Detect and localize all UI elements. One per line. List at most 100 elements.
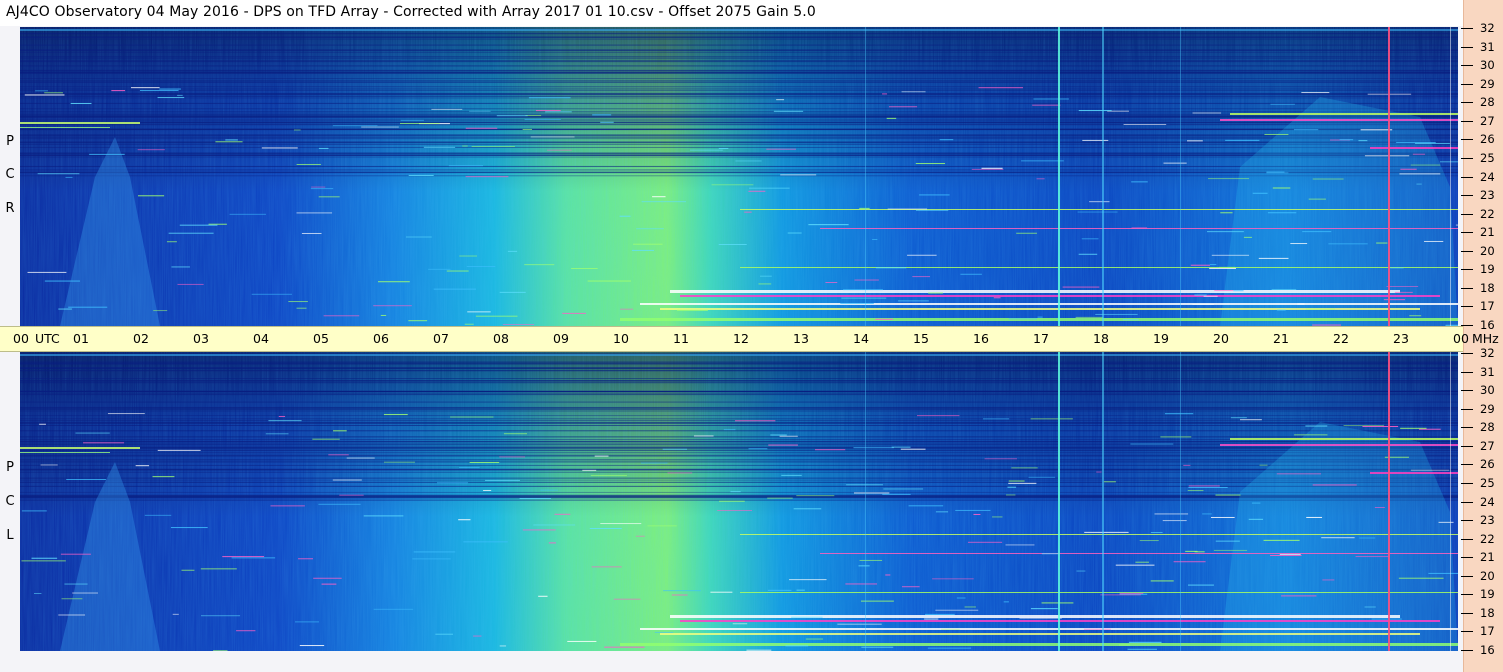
polarization-label-rcp-c: C — [5, 167, 15, 182]
frequency-tick-mark — [1461, 102, 1473, 104]
interference-band — [740, 209, 1458, 210]
frequency-tick-label: 31 — [1480, 39, 1495, 54]
frequency-tick-mark — [1461, 213, 1473, 215]
frequency-tick-label: 16 — [1480, 643, 1495, 657]
frequency-tick-mark — [1461, 520, 1473, 522]
time-tick-label: 10 — [613, 331, 629, 346]
spectrogram-rcp — [20, 27, 1458, 326]
vertical-interference-line — [1180, 352, 1181, 651]
interference-band — [1370, 472, 1458, 474]
spectrogram-image-rcp — [20, 27, 1458, 326]
polarization-label-lcp-c: C — [5, 494, 15, 509]
interference-band — [20, 127, 110, 128]
frequency-tick-label: 20 — [1480, 568, 1495, 583]
vertical-interference-line — [1450, 352, 1451, 651]
vertical-interference-line — [1102, 352, 1104, 651]
frequency-tick-label: 16 — [1480, 318, 1495, 332]
time-tick-label: 04 — [253, 331, 269, 346]
frequency-tick-mark — [1461, 594, 1473, 596]
frequency-tick-label: 17 — [1480, 299, 1495, 314]
vertical-interference-line — [1058, 352, 1060, 651]
vertical-interference-line — [1388, 352, 1390, 651]
frequency-tick-mark — [1461, 445, 1473, 447]
interference-band — [1370, 147, 1458, 149]
polarization-label-lcp-p: P — [6, 460, 14, 475]
time-tick-label: 19 — [1153, 331, 1169, 346]
frequency-tick-label: 27 — [1480, 438, 1495, 453]
frequency-tick-mark — [1461, 408, 1473, 410]
frequency-tick-mark — [1461, 390, 1473, 392]
frequency-tick-label: 23 — [1480, 188, 1495, 203]
time-tick-label: 14 — [853, 331, 869, 346]
vertical-interference-line — [1450, 27, 1451, 326]
vertical-interference-line — [1388, 27, 1390, 326]
time-tick-label: 07 — [433, 331, 449, 346]
frequency-tick-mark — [1461, 325, 1473, 326]
frequency-tick-label: 19 — [1480, 587, 1495, 602]
frequency-tick-mark — [1461, 176, 1473, 178]
time-tick-label: 20 — [1213, 331, 1229, 346]
spectrogram-lcp — [20, 352, 1458, 651]
frequency-tick-label: 30 — [1480, 383, 1495, 398]
time-tick-label: 00 — [13, 331, 29, 346]
frequency-tick-mark — [1461, 371, 1473, 373]
interference-band — [1220, 119, 1458, 121]
title-bar: AJ4CO Observatory 04 May 2016 - DPS on T… — [0, 0, 1463, 26]
frequency-tick-label: 27 — [1480, 113, 1495, 128]
frequency-tick-label: 29 — [1480, 401, 1495, 416]
frequency-tick-mark — [1461, 232, 1473, 234]
frequency-tick-mark — [1461, 427, 1473, 429]
polarization-label-rcp-p: P — [6, 134, 14, 149]
frequency-tick-mark — [1461, 353, 1473, 354]
frequency-tick-label: 29 — [1480, 76, 1495, 91]
time-tick-label: 22 — [1333, 331, 1349, 346]
frequency-axis-lcp: 32 31 30 29 28 27 26 25 24 23 22 21 20 19 18 17 16 — [1458, 346, 1503, 657]
time-tick-label: 13 — [793, 331, 809, 346]
interference-band — [670, 615, 1400, 618]
frequency-tick-label: 32 — [1480, 21, 1495, 35]
time-tick-label: 00 — [1453, 331, 1469, 346]
frequency-tick-mark — [1461, 482, 1473, 484]
frequency-tick-label: 26 — [1480, 457, 1495, 472]
interference-band — [740, 267, 1458, 268]
interference-band — [820, 553, 1458, 554]
interference-band — [620, 643, 1458, 646]
time-tick-label: 23 — [1393, 331, 1409, 346]
frequency-tick-mark — [1461, 157, 1473, 159]
frequency-tick-label: 19 — [1480, 262, 1495, 277]
window-title: AJ4CO Observatory 04 May 2016 - DPS on T… — [6, 4, 816, 20]
frequency-tick-label: 25 — [1480, 475, 1495, 490]
vertical-interference-line — [1180, 27, 1181, 326]
time-tick-label: 02 — [133, 331, 149, 346]
frequency-tick-label: 32 — [1480, 346, 1495, 360]
interference-band — [740, 534, 1458, 535]
frequency-tick-mark — [1461, 631, 1473, 633]
frequency-tick-label: 21 — [1480, 225, 1495, 240]
frequency-tick-label: 18 — [1480, 280, 1495, 295]
interference-band — [1230, 113, 1458, 115]
polarization-label-rcp-r: R — [5, 201, 15, 216]
time-axis: 00 UTC 01 02 03 04 05 06 07 08 09 10 11 12 13 14 15 16 17 1… — [0, 326, 1499, 352]
frequency-tick-label: 24 — [1480, 169, 1495, 184]
frequency-tick-mark — [1461, 538, 1473, 540]
time-tick-label: UTC — [35, 331, 60, 346]
frequency-tick-label: 17 — [1480, 624, 1495, 639]
time-tick-label: 16 — [973, 331, 989, 346]
frequency-tick-mark — [1461, 269, 1473, 271]
time-tick-label: 05 — [313, 331, 329, 346]
frequency-tick-label: 23 — [1480, 513, 1495, 528]
frequency-tick-label: 31 — [1480, 364, 1495, 379]
interference-band — [20, 122, 140, 124]
interference-band — [640, 628, 1458, 630]
vertical-interference-line — [1058, 27, 1060, 326]
frequency-tick-label: 22 — [1480, 531, 1495, 546]
time-tick-label: 12 — [733, 331, 749, 346]
time-tick-label: 06 — [373, 331, 389, 346]
frequency-tick-label: 28 — [1480, 95, 1495, 110]
frequency-tick-label: 28 — [1480, 420, 1495, 435]
spectrogram-image-lcp — [20, 352, 1458, 651]
frequency-tick-label: 20 — [1480, 243, 1495, 258]
frequency-tick-mark — [1461, 83, 1473, 85]
polarization-label-lcp-l: L — [6, 528, 14, 543]
frequency-tick-mark — [1461, 501, 1473, 503]
